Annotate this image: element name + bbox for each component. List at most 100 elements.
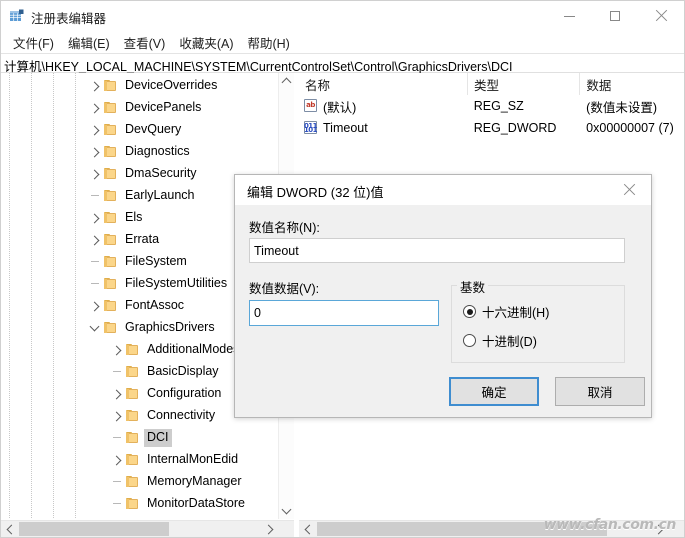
address-bar[interactable]: 计算机\HKEY_LOCAL_MACHINE\SYSTEM\CurrentCon…: [1, 53, 684, 74]
chevron-down-icon: [281, 504, 292, 515]
tree-item-label: BasicDisplay: [147, 364, 219, 378]
menu-bar: 文件(F) 编辑(E) 查看(V) 收藏夹(A) 帮助(H): [1, 31, 684, 53]
twisty-glyph: [89, 169, 99, 179]
tree-item-label: Power: [144, 517, 185, 519]
dialog-close-button[interactable]: [606, 175, 651, 205]
edit-dword-dialog: 编辑 DWORD (32 位)值 数值名称(N): 数值数据(V): 基数 十六…: [234, 174, 652, 418]
chevron-right-icon[interactable]: [109, 405, 125, 427]
tree-item-label: DCI: [144, 429, 172, 447]
value-data-label: 数值数据(V):: [249, 282, 320, 296]
values-horizontal-scrollbar[interactable]: [299, 520, 684, 537]
chevron-right-icon[interactable]: [109, 339, 125, 361]
chevron-right-icon[interactable]: [109, 449, 125, 471]
radio-hexadecimal[interactable]: 十六进制(H): [463, 302, 549, 321]
tree-item-label: MemoryManager: [147, 474, 242, 488]
tree-item-label: InternalMonEdid: [147, 452, 239, 466]
value-row[interactable]: 011 101 Timeout REG_DWORD 0x00000007 (7): [299, 117, 684, 139]
radio-hexadecimal-label: 十六进制(H): [482, 306, 550, 320]
folder-icon: [103, 145, 119, 159]
chevron-down-icon[interactable]: [87, 317, 103, 339]
twisty-glyph: [89, 301, 99, 311]
tree-item[interactable]: DevicePanels: [1, 97, 278, 119]
scroll-down-button[interactable]: [279, 503, 294, 519]
chevron-right-icon[interactable]: [87, 141, 103, 163]
scroll-right-button[interactable]: [651, 521, 668, 537]
chevron-right-icon[interactable]: [109, 383, 125, 405]
value-name-input[interactable]: [249, 238, 625, 263]
tree-leaf-connector: [109, 471, 125, 493]
value-row[interactable]: ab (默认) REG_SZ (数值未设置): [299, 95, 684, 117]
chevron-right-icon[interactable]: [87, 229, 103, 251]
menu-edit[interactable]: 编辑(E): [61, 31, 117, 54]
twisty-glyph: [89, 81, 99, 91]
tree-item-label: Connectivity: [147, 408, 216, 422]
scroll-right-button[interactable]: [261, 521, 278, 537]
radio-decimal[interactable]: 十进制(D): [463, 331, 537, 350]
cancel-button[interactable]: 取消: [555, 377, 645, 406]
column-header-type[interactable]: 类型: [468, 73, 581, 95]
tree-item[interactable]: DevQuery: [1, 119, 278, 141]
tree-item-label: Configuration: [147, 386, 222, 400]
tree-item[interactable]: Diagnostics: [1, 141, 278, 163]
tree-item-label: FileSystem: [125, 254, 187, 268]
window-title: 注册表编辑器: [31, 12, 107, 26]
tree-item[interactable]: MemoryManager: [1, 471, 278, 493]
tree-item[interactable]: DeviceOverrides: [1, 75, 278, 97]
column-header-data[interactable]: 数据: [580, 73, 684, 95]
scroll-left-button[interactable]: [1, 521, 18, 537]
tree-item[interactable]: DCI: [1, 427, 278, 449]
minimize-button[interactable]: [546, 1, 592, 31]
chevron-right-icon[interactable]: [87, 119, 103, 141]
menu-help[interactable]: 帮助(H): [240, 31, 296, 54]
tree-item-label: Diagnostics: [125, 144, 190, 158]
twisty-glyph: [89, 235, 99, 245]
twisty-glyph: [89, 213, 99, 223]
chevron-right-icon[interactable]: [87, 207, 103, 229]
radio-decimal-mark: [463, 334, 476, 347]
scrollbar-thumb[interactable]: [317, 522, 607, 536]
tree-leaf-connector: [87, 251, 103, 273]
folder-icon: [125, 431, 141, 445]
menu-file[interactable]: 文件(F): [6, 31, 61, 54]
folder-icon: [103, 101, 119, 115]
base-group-label: 基数: [457, 277, 489, 296]
scrollbar-thumb[interactable]: [19, 522, 169, 536]
registry-editor-window: 注册表编辑器 文件(F) 编辑(E) 查看(V) 收藏夹(A) 帮助(H) 计算…: [0, 0, 685, 538]
menu-view[interactable]: 查看(V): [117, 31, 173, 54]
maximize-icon: [610, 11, 620, 21]
maximize-button[interactable]: [592, 1, 638, 31]
chevron-up-icon: [281, 77, 292, 88]
title-bar: 注册表编辑器: [1, 1, 684, 32]
value-name-cell: ab (默认): [299, 95, 468, 117]
chevron-left-icon: [6, 524, 16, 534]
scroll-left-button[interactable]: [299, 521, 316, 537]
folder-icon: [103, 277, 119, 291]
radio-hexadecimal-mark: [463, 305, 476, 318]
chevron-right-icon: [653, 524, 663, 534]
chevron-right-icon[interactable]: [87, 75, 103, 97]
twisty-glyph: [111, 411, 121, 421]
tree-item-label: FontAssoc: [125, 298, 185, 312]
folder-icon: [125, 409, 141, 423]
chevron-right-icon[interactable]: [87, 295, 103, 317]
tree-item[interactable]: MonitorDataStore: [1, 493, 278, 515]
scroll-up-button[interactable]: [279, 73, 294, 89]
value-name-text: Timeout: [323, 121, 368, 135]
tree-leaf-connector: [109, 515, 125, 519]
tree-item[interactable]: Power: [1, 515, 278, 519]
value-data-input[interactable]: [249, 300, 439, 326]
tree-item-label: FileSystemUtilities: [125, 276, 228, 290]
tree-horizontal-scrollbar[interactable]: [1, 520, 294, 537]
tree-item-label: DmaSecurity: [125, 166, 197, 180]
value-name-label: 数值名称(N):: [249, 221, 320, 235]
menu-favorites[interactable]: 收藏夹(A): [172, 31, 240, 54]
column-header-name[interactable]: 名称: [299, 73, 468, 95]
twisty-glyph: [89, 321, 100, 332]
folder-icon: [125, 475, 141, 489]
tree-item[interactable]: InternalMonEdid: [1, 449, 278, 471]
close-button[interactable]: [638, 1, 684, 31]
ok-button[interactable]: 确定: [449, 377, 539, 406]
folder-icon: [125, 497, 141, 511]
chevron-right-icon[interactable]: [87, 97, 103, 119]
chevron-right-icon[interactable]: [87, 163, 103, 185]
